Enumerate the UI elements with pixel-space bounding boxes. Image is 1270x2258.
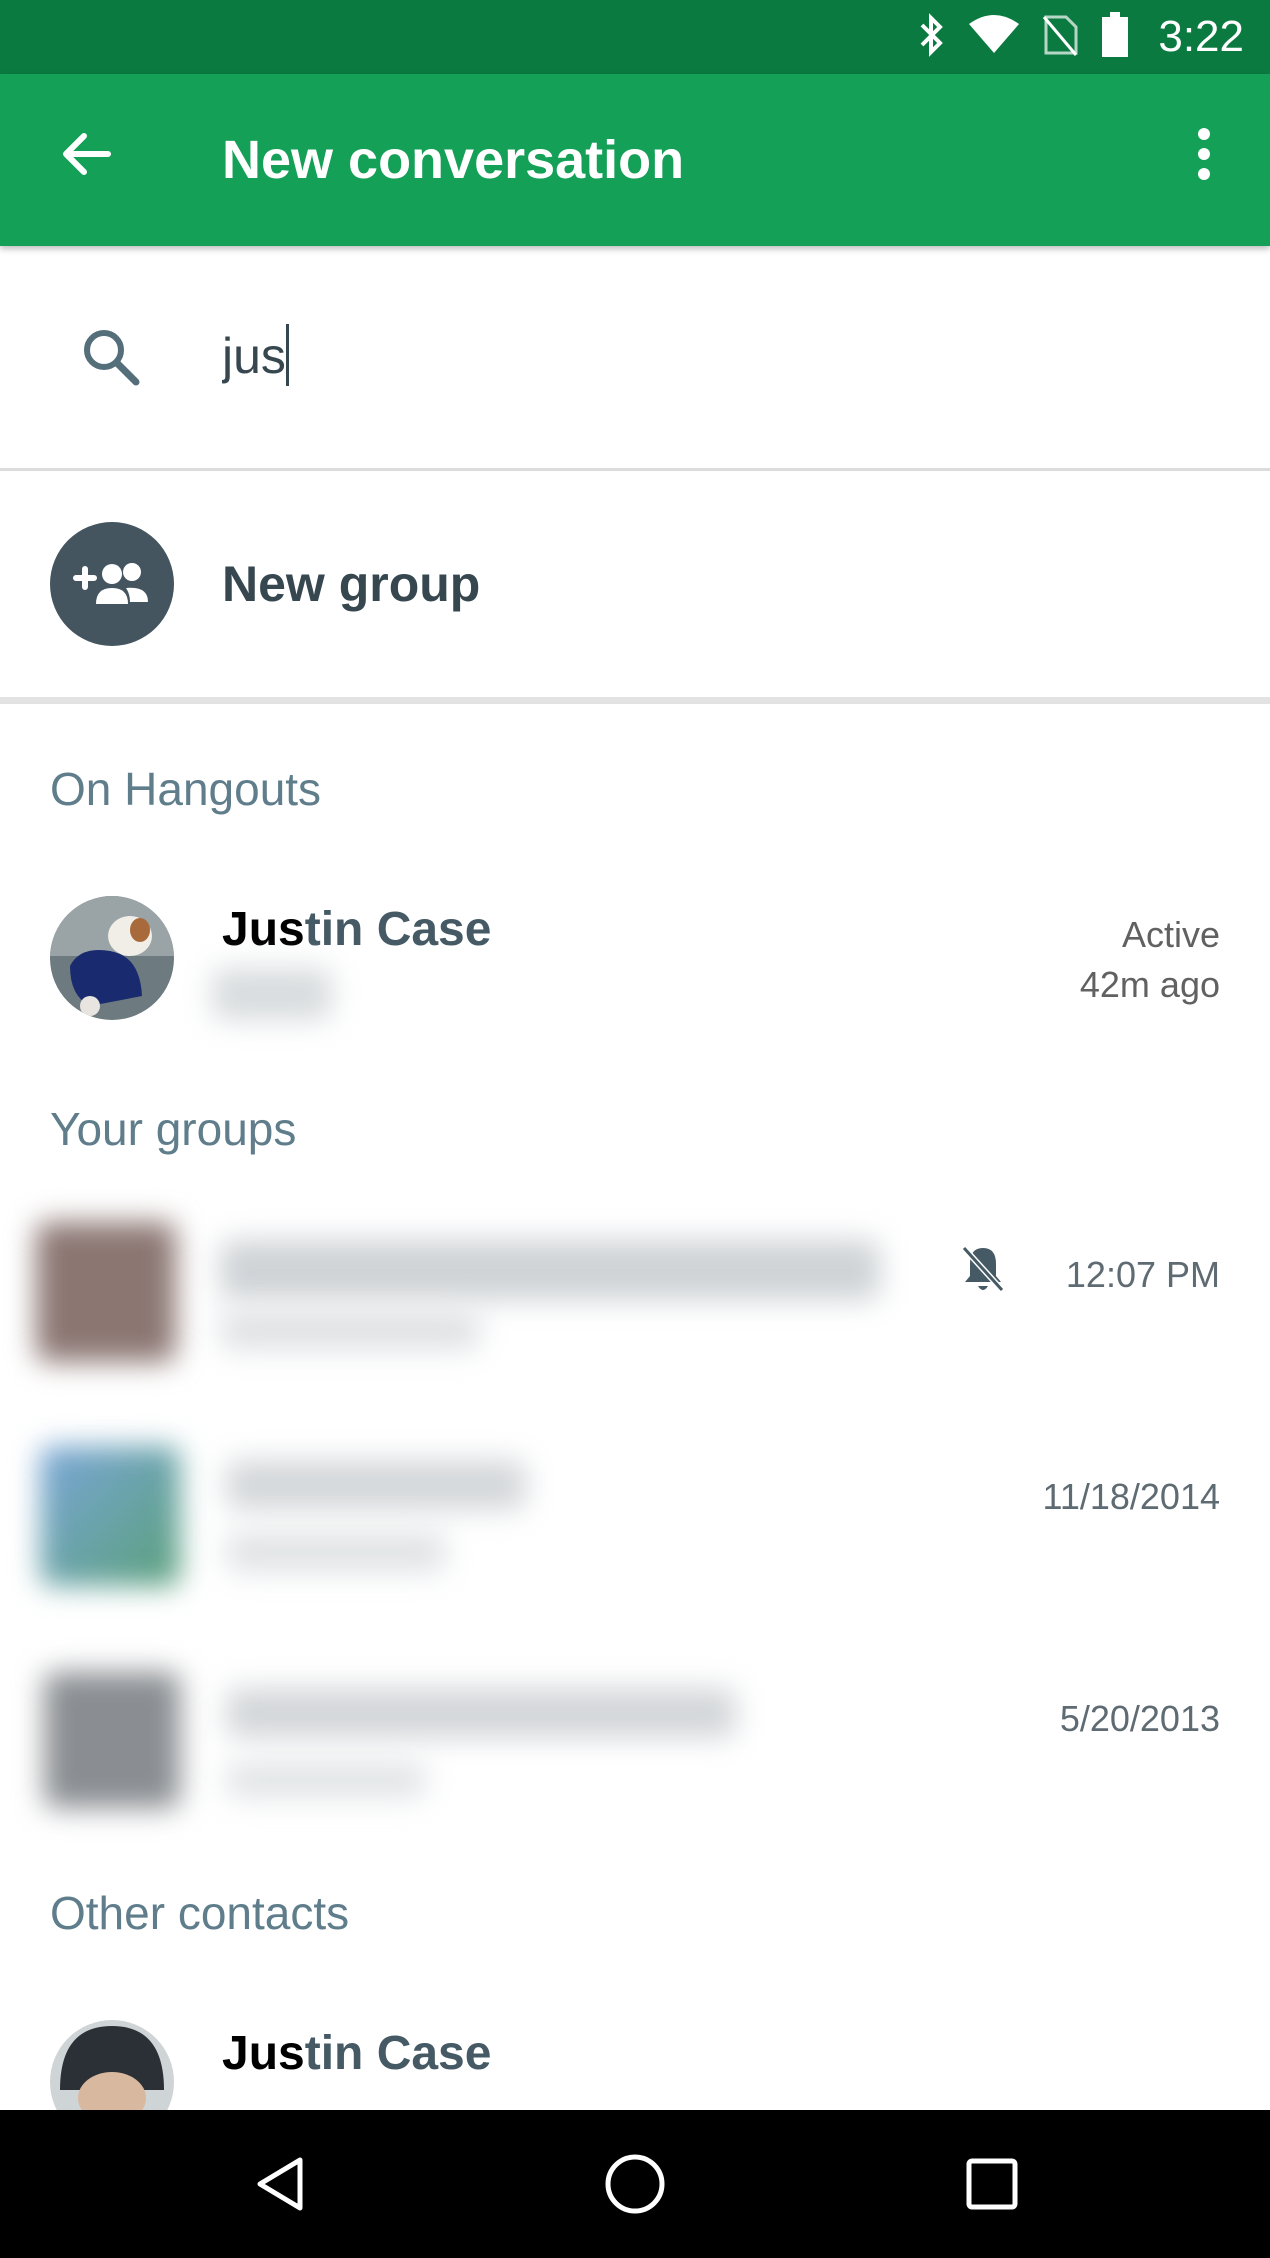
blurred-group-subtitle: [220, 1310, 480, 1350]
wifi-icon: [968, 14, 1020, 60]
section-header-your-groups: Your groups: [50, 1103, 297, 1155]
nav-back-button[interactable]: [200, 2110, 360, 2258]
text-caret: [286, 324, 289, 386]
name-match: Jus: [222, 2027, 305, 2080]
blurred-group-subtitle: [226, 1762, 426, 1798]
section-header-other-contacts: Other contacts: [50, 1887, 350, 1939]
name-rest: tin Case: [304, 2027, 492, 2080]
presence-status: Active 42m ago: [1080, 910, 1220, 1010]
section-header-on-hangouts: On Hangouts: [50, 763, 322, 815]
no-sim-icon: [1042, 13, 1078, 62]
blurred-group-name: [220, 1240, 880, 1300]
name-match: Jus: [222, 903, 305, 956]
nav-recents-button[interactable]: [912, 2110, 1072, 2258]
notifications-off-icon: [961, 1245, 1005, 1293]
presence-line-1: Active: [1121, 914, 1220, 955]
bluetooth-icon: [916, 12, 946, 62]
status-bar: 3:22: [0, 0, 1270, 74]
blurred-group-subtitle: [226, 1532, 446, 1572]
back-triangle-icon: [257, 2157, 303, 2211]
avatar: [36, 1222, 176, 1362]
search-icon: [84, 330, 140, 386]
new-group-avatar: [50, 522, 174, 646]
name-rest: tin Case: [304, 903, 492, 956]
group-timestamp: 5/20/2013: [1059, 1698, 1220, 1739]
presence-line-2: 42m ago: [1079, 964, 1220, 1005]
app-bar: New conversation: [0, 74, 1270, 246]
group-add-icon: [73, 563, 148, 604]
search-input[interactable]: [222, 316, 1202, 396]
battery-icon: [1100, 11, 1130, 63]
recents-square-icon: [966, 2158, 1018, 2210]
new-group-label: New group: [222, 556, 481, 612]
blurred-subtitle: [212, 968, 332, 1020]
contact-name: Justin Case: [222, 902, 491, 957]
arrow-back-icon: [63, 133, 111, 175]
home-circle-icon: [605, 2154, 665, 2214]
group-timestamp: 11/18/2014: [1042, 1476, 1220, 1517]
new-group-item[interactable]: New group: [0, 471, 1270, 704]
search-row: [0, 246, 1270, 471]
page-title: New conversation: [222, 130, 685, 190]
contact-name: Justin Case: [222, 2026, 491, 2081]
blurred-group-name: [226, 1460, 526, 1510]
avatar: [50, 896, 174, 1020]
status-icons: 3:22: [916, 0, 1244, 74]
navigation-bar: [0, 2110, 1270, 2258]
group-timestamp: 12:07 PM: [1065, 1254, 1220, 1295]
more-vert-icon: [1198, 128, 1210, 180]
blurred-group-name: [226, 1688, 736, 1738]
nav-home-button[interactable]: [555, 2110, 715, 2258]
more-options-button[interactable]: [1164, 114, 1244, 194]
status-time: 3:22: [1158, 12, 1244, 61]
back-button[interactable]: [46, 114, 126, 194]
avatar: [40, 1446, 180, 1586]
avatar: [44, 1672, 180, 1808]
